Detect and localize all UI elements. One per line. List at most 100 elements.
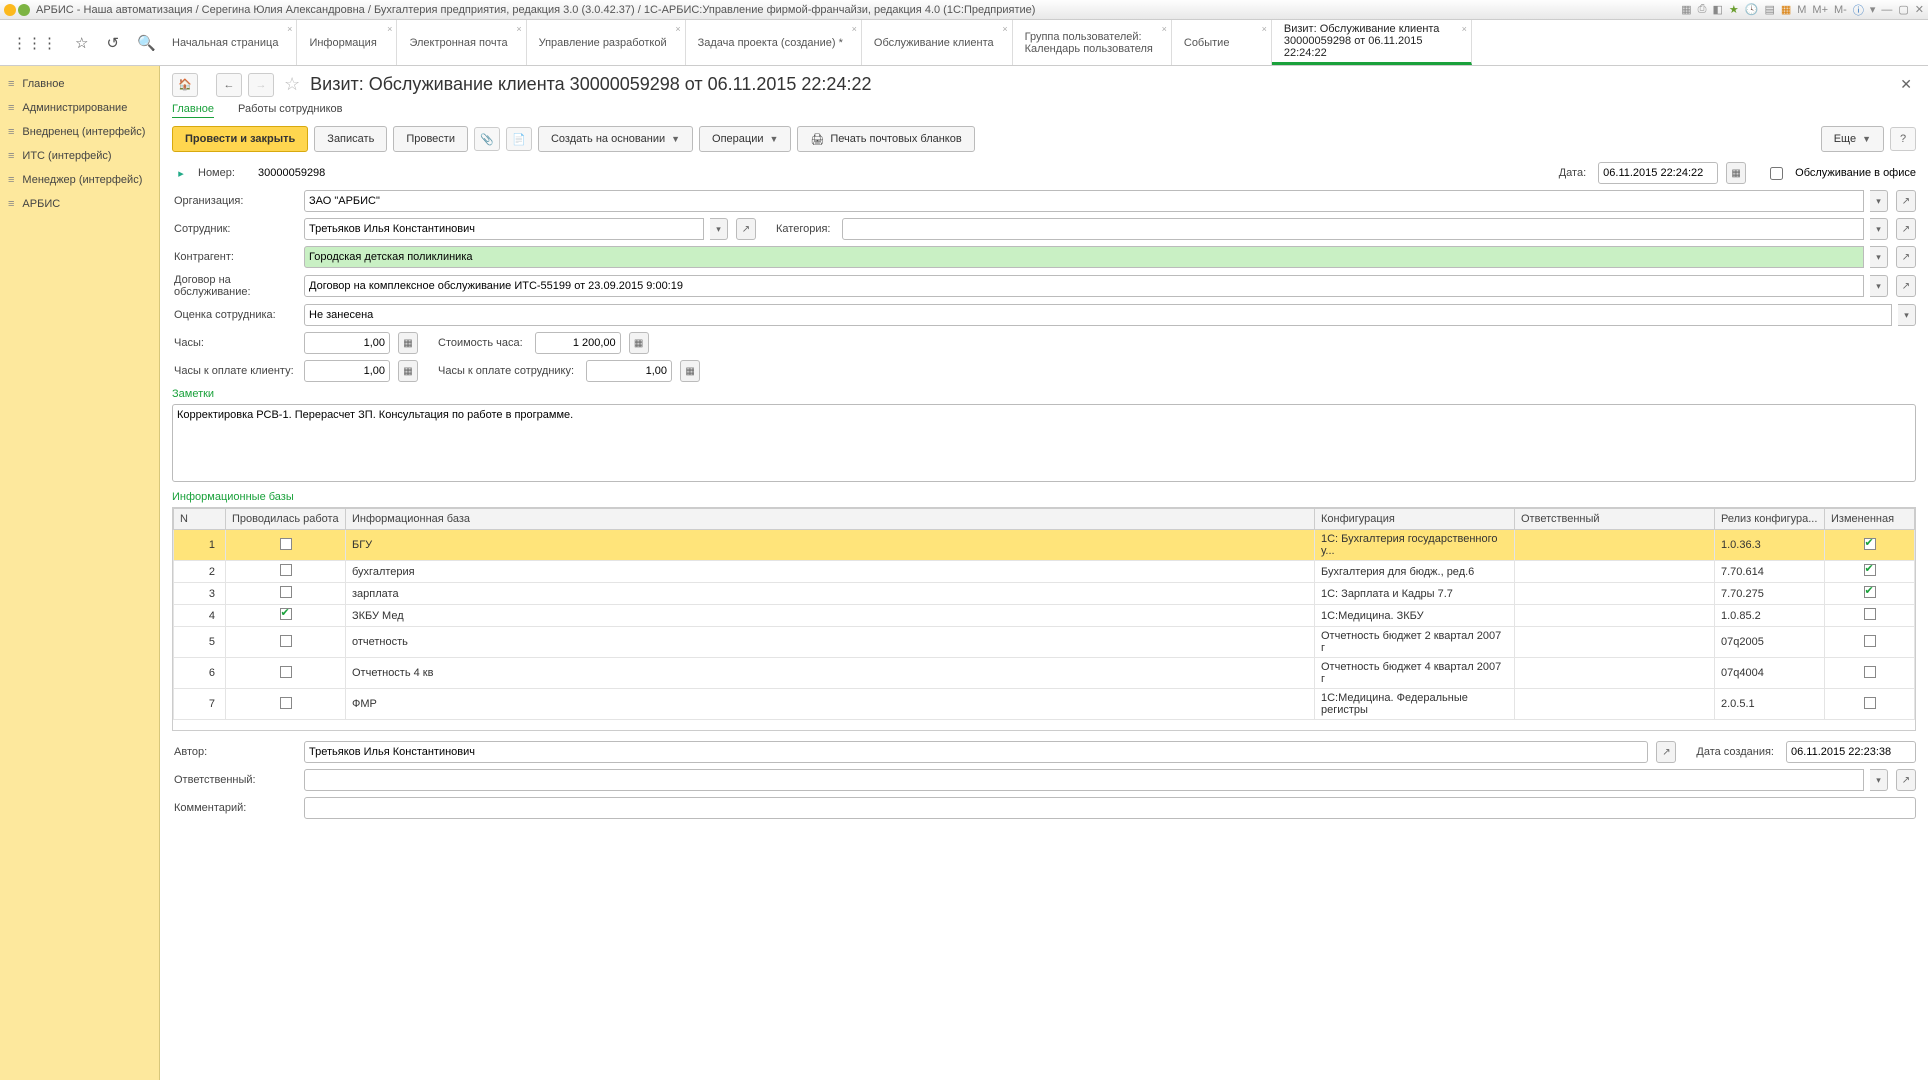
resp-input[interactable] bbox=[309, 770, 1859, 790]
org-dropdown[interactable]: ▾ bbox=[1870, 190, 1888, 212]
changed-checkbox[interactable] bbox=[1864, 635, 1876, 647]
created-input[interactable] bbox=[1791, 742, 1911, 762]
office-checkbox[interactable] bbox=[1770, 167, 1783, 180]
subtab-works[interactable]: Работы сотрудников bbox=[238, 103, 342, 118]
agent-open[interactable]: ↗ bbox=[1896, 246, 1916, 268]
tab-close-icon[interactable]: × bbox=[1262, 24, 1267, 34]
help-button[interactable]: ? bbox=[1890, 127, 1916, 151]
minimize-icon[interactable]: — bbox=[1881, 4, 1892, 16]
cat-input[interactable] bbox=[847, 219, 1859, 239]
sidebar-item[interactable]: ≡Менеджер (интерфейс) bbox=[0, 168, 159, 192]
tab[interactable]: Информация× bbox=[297, 20, 397, 65]
table-row[interactable]: 1БГУ1С: Бухгалтерия государственного у..… bbox=[174, 530, 1915, 561]
cat-open[interactable]: ↗ bbox=[1896, 218, 1916, 240]
sidebar-item[interactable]: ≡АРБИС bbox=[0, 192, 159, 216]
tab[interactable]: Обслуживание клиента× bbox=[862, 20, 1013, 65]
changed-checkbox[interactable] bbox=[1864, 538, 1876, 550]
mplus-icon[interactable]: M+ bbox=[1812, 4, 1828, 16]
comment-input[interactable] bbox=[309, 798, 1911, 818]
dropdown-icon[interactable]: ▾ bbox=[1870, 3, 1876, 16]
agent-dropdown[interactable]: ▾ bbox=[1870, 246, 1888, 268]
titlebar-icon[interactable]: ▦ bbox=[1681, 3, 1691, 16]
contract-open[interactable]: ↗ bbox=[1896, 275, 1916, 297]
tab-close-icon[interactable]: × bbox=[1002, 24, 1007, 34]
hour-cost-calc[interactable]: ▦ bbox=[629, 332, 649, 354]
author-open[interactable]: ↗ bbox=[1656, 741, 1676, 763]
resp-open[interactable]: ↗ bbox=[1896, 769, 1916, 791]
notes-textarea[interactable] bbox=[172, 404, 1916, 482]
rating-dropdown[interactable]: ▾ bbox=[1898, 304, 1916, 326]
home-button[interactable]: 🏠 bbox=[172, 73, 198, 97]
table-row[interactable]: 6Отчетность 4 квОтчетность бюджет 4 квар… bbox=[174, 658, 1915, 689]
worked-checkbox[interactable] bbox=[280, 635, 292, 647]
tab[interactable]: Группа пользователей:Календарь пользоват… bbox=[1013, 20, 1172, 65]
titlebar-icon[interactable]: ◧ bbox=[1712, 3, 1722, 16]
emp-dropdown[interactable]: ▾ bbox=[710, 218, 728, 240]
tab[interactable]: Задача проекта (создание) *× bbox=[686, 20, 862, 65]
hours-client-calc[interactable]: ▦ bbox=[398, 360, 418, 382]
hours-emp-input[interactable] bbox=[591, 361, 667, 381]
hours-client-input[interactable] bbox=[309, 361, 385, 381]
worked-checkbox[interactable] bbox=[280, 666, 292, 678]
changed-checkbox[interactable] bbox=[1864, 586, 1876, 598]
favorite-icon[interactable]: ☆ bbox=[75, 34, 88, 52]
tab-close-icon[interactable]: × bbox=[516, 24, 521, 34]
worked-checkbox[interactable] bbox=[280, 564, 292, 576]
calendar-button[interactable]: ▦ bbox=[1726, 162, 1746, 184]
operations-button[interactable]: Операции▼ bbox=[699, 126, 791, 152]
org-open[interactable]: ↗ bbox=[1896, 190, 1916, 212]
close-page-button[interactable]: ✕ bbox=[1896, 72, 1916, 97]
search-icon[interactable]: 🔍 bbox=[137, 34, 156, 52]
author-input[interactable] bbox=[309, 742, 1643, 762]
worked-checkbox[interactable] bbox=[280, 608, 292, 620]
changed-checkbox[interactable] bbox=[1864, 608, 1876, 620]
worked-checkbox[interactable] bbox=[280, 586, 292, 598]
emp-input[interactable] bbox=[309, 219, 699, 239]
resp-dropdown[interactable]: ▾ bbox=[1870, 769, 1888, 791]
titlebar-icon[interactable]: ★ bbox=[1729, 3, 1739, 16]
close-icon[interactable]: ✕ bbox=[1915, 3, 1924, 16]
forward-button[interactable]: → bbox=[248, 73, 274, 97]
table-row[interactable]: 7ФМР1С:Медицина. Федеральные регистры2.0… bbox=[174, 689, 1915, 720]
tab-close-icon[interactable]: × bbox=[852, 24, 857, 34]
emp-open[interactable]: ↗ bbox=[736, 218, 756, 240]
back-button[interactable]: ← bbox=[216, 73, 242, 97]
table-row[interactable]: 2бухгалтерияБухгалтерия для бюдж., ред.6… bbox=[174, 561, 1915, 583]
hour-cost-input[interactable] bbox=[540, 333, 616, 353]
tab-close-icon[interactable]: × bbox=[1462, 24, 1467, 34]
apps-icon[interactable]: ⋮⋮⋮ bbox=[12, 34, 57, 52]
sidebar-item[interactable]: ≡Внедренец (интерфейс) bbox=[0, 120, 159, 144]
save-button[interactable]: Записать bbox=[314, 126, 387, 152]
maximize-icon[interactable]: ▢ bbox=[1898, 3, 1908, 16]
create-based-button[interactable]: Создать на основании▼ bbox=[538, 126, 693, 152]
more-button[interactable]: Еще▼ bbox=[1821, 126, 1884, 152]
sidebar-item[interactable]: ≡Главное bbox=[0, 72, 159, 96]
tab-close-icon[interactable]: × bbox=[387, 24, 392, 34]
changed-checkbox[interactable] bbox=[1864, 564, 1876, 576]
sidebar-item[interactable]: ≡ИТС (интерфейс) bbox=[0, 144, 159, 168]
hours-emp-calc[interactable]: ▦ bbox=[680, 360, 700, 382]
post-button[interactable]: Провести bbox=[393, 126, 468, 152]
titlebar-icon[interactable]: ▤ bbox=[1764, 3, 1774, 16]
attach-button[interactable]: 📎 bbox=[474, 127, 500, 151]
info-icon[interactable]: ⓘ bbox=[1853, 2, 1864, 18]
tab-close-icon[interactable]: × bbox=[675, 24, 680, 34]
tab[interactable]: Событие× bbox=[1172, 20, 1272, 65]
table-row[interactable]: 4ЗКБУ Мед1С:Медицина. ЗКБУ1.0.85.2 bbox=[174, 605, 1915, 627]
sidebar-item[interactable]: ≡Администрирование bbox=[0, 96, 159, 120]
titlebar-icon[interactable]: 🕓 bbox=[1745, 3, 1759, 16]
m-icon[interactable]: M bbox=[1797, 4, 1806, 16]
changed-checkbox[interactable] bbox=[1864, 697, 1876, 709]
cat-dropdown[interactable]: ▾ bbox=[1870, 218, 1888, 240]
subtab-main[interactable]: Главное bbox=[172, 103, 214, 118]
post-and-close-button[interactable]: Провести и закрыть bbox=[172, 126, 308, 152]
bases-table[interactable]: N Проводилась работа Информационная база… bbox=[173, 508, 1915, 720]
titlebar-icon[interactable]: ⎙ bbox=[1698, 3, 1707, 16]
tab-close-icon[interactable]: × bbox=[1162, 24, 1167, 34]
contract-input[interactable] bbox=[309, 276, 1859, 296]
worked-checkbox[interactable] bbox=[280, 697, 292, 709]
rating-input[interactable] bbox=[309, 305, 1887, 325]
changed-checkbox[interactable] bbox=[1864, 666, 1876, 678]
tab[interactable]: Начальная страница× bbox=[160, 20, 297, 65]
hours-calc[interactable]: ▦ bbox=[398, 332, 418, 354]
